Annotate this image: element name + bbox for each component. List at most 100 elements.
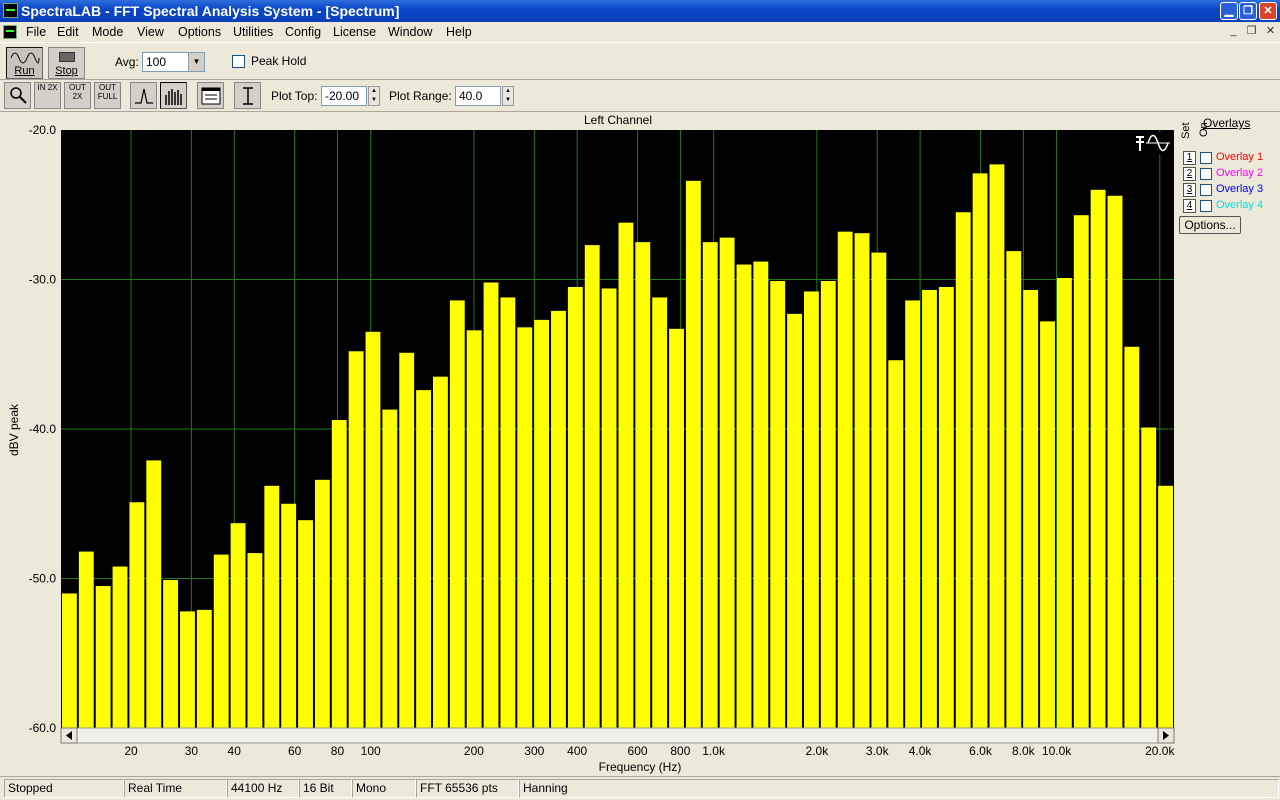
overlay-checkbox-1[interactable] — [1200, 152, 1212, 164]
scale-button[interactable] — [234, 82, 261, 109]
menu-help[interactable]: Help — [446, 25, 472, 39]
spectrum-bar — [230, 523, 246, 728]
minimize-button[interactable]: ▁ — [1220, 2, 1238, 20]
plot-top-spinner[interactable]: ▲ ▼ — [368, 86, 380, 106]
x-tick-label: 20.0k — [1145, 744, 1175, 758]
menu-window[interactable]: Window — [388, 25, 432, 39]
overlay-checkbox-4[interactable] — [1200, 200, 1212, 212]
spectrum-bar — [382, 409, 398, 728]
spectrum-bar — [78, 551, 94, 728]
horizontal-scrollbar[interactable] — [60, 727, 1175, 744]
spectrum-bar — [314, 479, 330, 728]
spectrum-bar — [534, 319, 550, 728]
x-tick-label: 600 — [628, 744, 648, 758]
plot-range-spinner[interactable]: ▲ ▼ — [502, 86, 514, 106]
app-icon[interactable] — [3, 3, 18, 18]
mdi-restore-button[interactable]: ❐ — [1244, 25, 1259, 39]
spectrum-bar — [1056, 278, 1072, 728]
spectrum-bar — [449, 300, 465, 728]
status-bit-depth: 16 Bit — [299, 779, 352, 798]
mdi-minimize-button[interactable]: _ — [1226, 25, 1241, 39]
x-tick-label: 200 — [464, 744, 484, 758]
run-button[interactable]: Run — [6, 47, 43, 79]
spectrum-bar — [871, 252, 887, 728]
spectrum-bar — [601, 288, 617, 728]
x-tick-label: 20 — [124, 744, 138, 758]
spectrum-bar — [331, 420, 347, 728]
spectrum-bar — [972, 173, 988, 729]
menu-edit[interactable]: Edit — [57, 25, 79, 39]
spectrum-bar — [787, 313, 802, 728]
overlay-set-button-3[interactable]: 3 — [1183, 183, 1196, 197]
zoom-out-full-button[interactable]: OUT FULL — [94, 82, 121, 109]
menu-config[interactable]: Config — [285, 25, 321, 39]
spectrum-bar — [635, 242, 651, 728]
spectrum-bar — [702, 242, 718, 728]
x-tick-label: 100 — [361, 744, 381, 758]
maximize-button[interactable]: ❐ — [1239, 2, 1257, 20]
spectrum-bar — [719, 237, 735, 728]
spectrum-bar — [298, 520, 313, 728]
x-tick-label: 800 — [670, 744, 690, 758]
spectrum-bar — [1158, 485, 1173, 728]
bar-graph-icon — [164, 89, 182, 105]
overlay-set-button-4[interactable]: 4 — [1183, 199, 1196, 213]
menu-license[interactable]: License — [333, 25, 376, 39]
spectrum-bar — [213, 554, 229, 728]
line-plot-button[interactable] — [130, 82, 157, 109]
spectrum-bar — [365, 331, 381, 728]
zoom-button[interactable] — [4, 82, 31, 109]
overlay-checkbox-3[interactable] — [1200, 184, 1212, 196]
spectrum-bar — [500, 297, 516, 728]
zoom-out-2x-button[interactable]: OUT 2X — [64, 82, 91, 109]
y-tick-label: -50.0 — [29, 572, 57, 586]
chevron-down-icon[interactable]: ▼ — [188, 53, 204, 71]
zoom-in-2x-button[interactable]: IN 2X — [34, 82, 61, 109]
avg-select[interactable]: 100 ▼ — [142, 52, 205, 72]
close-button[interactable]: ✕ — [1259, 2, 1277, 20]
status-mode: Real Time — [124, 779, 227, 798]
overlay-set-button-1[interactable]: 1 — [1183, 151, 1196, 165]
spectrum-bar — [618, 222, 634, 728]
spectrum-bar — [1124, 346, 1140, 728]
spectrum-bar — [129, 502, 145, 728]
spectrum-plot-panel: Left Channel -20.0 -30.0 -40.0 -50.0 -60.0 2… — [0, 111, 1280, 775]
document-icon[interactable] — [3, 25, 17, 39]
menu-utilities[interactable]: Utilities — [233, 25, 273, 39]
bar-plot-button[interactable] — [160, 82, 187, 109]
menu-file[interactable]: File — [26, 25, 46, 39]
x-tick-label: 8.0k — [1012, 744, 1036, 758]
plot-range-input[interactable]: 40.0 — [455, 86, 501, 106]
status-bar: Stopped Real Time 44100 Hz 16 Bit Mono F… — [0, 776, 1280, 800]
spectrum-bar — [669, 328, 684, 728]
menu-options[interactable]: Options — [178, 25, 221, 39]
generator-icon[interactable] — [1132, 132, 1172, 154]
overlay-set-button-2[interactable]: 2 — [1183, 167, 1196, 181]
peak-hold-checkbox[interactable] — [232, 55, 245, 68]
spectrum-bar — [736, 264, 752, 728]
spectrum-bar — [567, 286, 583, 728]
spectrum-bar — [1073, 215, 1089, 729]
set-column-label: Set — [1180, 122, 1192, 139]
status-window-function: Hanning — [519, 779, 1279, 798]
spectrum-bar — [837, 231, 853, 728]
spectrum-bar — [348, 351, 364, 728]
zoom-out-2x-icon: OUT 2X — [69, 83, 86, 101]
overlay-options-button[interactable]: Options... — [1179, 216, 1241, 234]
spectrum-bar — [196, 609, 212, 728]
menu-view[interactable]: View — [137, 25, 164, 39]
y-tick-label: -30.0 — [29, 273, 57, 287]
spectrum-bar — [95, 585, 111, 728]
overlay-checkbox-2[interactable] — [1200, 168, 1212, 180]
plot-top-input[interactable]: -20.00 — [321, 86, 367, 106]
mdi-close-button[interactable]: ✕ — [1263, 25, 1278, 39]
x-tick-label: 30 — [185, 744, 199, 758]
menu-mode[interactable]: Mode — [92, 25, 123, 39]
spectrum-bar — [905, 300, 921, 728]
display-settings-button[interactable] — [197, 82, 224, 109]
spectrum-bar — [281, 503, 297, 728]
x-tick-label: 1.0k — [702, 744, 726, 758]
spectrum-bar — [955, 212, 971, 729]
spectrum-bar — [652, 297, 668, 728]
stop-button[interactable]: Stop — [48, 47, 85, 79]
